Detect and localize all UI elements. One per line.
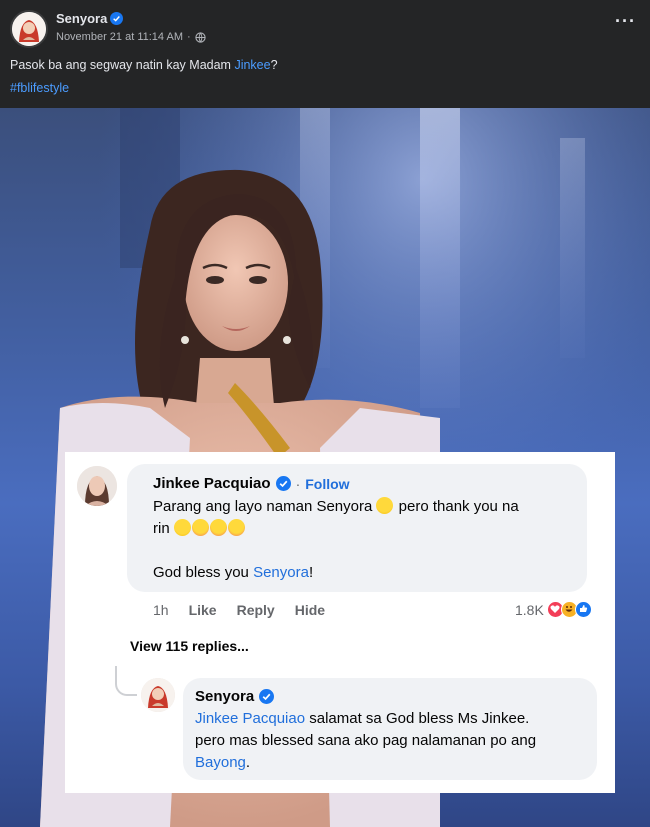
caption-mention[interactable]: Jinkee — [234, 58, 270, 72]
comment-time[interactable]: 1h — [153, 602, 169, 618]
like-button[interactable]: Like — [189, 602, 217, 618]
reaction-summary[interactable]: 1.8K — [515, 601, 592, 618]
comment-line3: God bless you — [153, 564, 254, 581]
post-meta: November 21 at 11:14 AM · — [56, 31, 206, 43]
caption-suffix: ? — [270, 58, 278, 72]
reply-author[interactable]: Senyora — [195, 688, 254, 705]
comment-line1-suffix: pero thank you na — [394, 498, 519, 515]
follow-button[interactable]: Follow — [305, 476, 349, 492]
view-replies-link[interactable]: View 115 replies... — [130, 638, 249, 654]
smiling-hearts-emoji — [227, 519, 245, 536]
post-header: Senyora November 21 at 11:14 AM · ··· Pa… — [0, 0, 650, 108]
reply-thread-line — [115, 666, 137, 696]
reply-line1: salamat sa God bless Ms Jinkee. — [305, 710, 530, 727]
smiling-hearts-emoji — [209, 519, 227, 536]
globe-icon — [195, 31, 206, 43]
comment-bubble: Jinkee Pacquiao · Follow Parang ang layo… — [127, 464, 587, 592]
blush-emoji — [173, 519, 191, 536]
reply-mention[interactable]: Jinkee Pacquiao — [195, 710, 305, 727]
comment-mention[interactable]: Senyora — [253, 564, 309, 581]
hide-button[interactable]: Hide — [295, 602, 325, 618]
post-timestamp[interactable]: November 21 at 11:14 AM — [56, 31, 183, 43]
comment-line1: Parang ang layo naman Senyora — [153, 498, 377, 515]
comment-screenshot: Jinkee Pacquiao · Follow Parang ang layo… — [65, 452, 615, 793]
reply-avatar[interactable] — [141, 678, 175, 712]
comment-actions: 1h Like Reply Hide — [153, 602, 345, 618]
smiling-hearts-emoji — [191, 519, 209, 536]
reply-line3-suffix: . — [245, 754, 251, 771]
reply-line2: pero mas blessed sana ako pag nalamanan … — [195, 732, 537, 749]
meta-separator: · — [186, 31, 191, 43]
follow-separator: · — [295, 475, 301, 492]
commenter-avatar[interactable] — [77, 466, 117, 506]
comment-line3-suffix: ! — [308, 564, 314, 581]
hug-emoji — [376, 497, 394, 514]
author-avatar[interactable] — [10, 10, 48, 48]
caption-text: Pasok ba ang segway natin kay Madam — [10, 58, 235, 72]
reply-button[interactable]: Reply — [237, 602, 275, 618]
post-caption: Pasok ba ang segway natin kay Madam Jink… — [10, 58, 278, 72]
verified-icon — [275, 476, 291, 491]
reply-bubble: Senyora Jinkee Pacquiao salamat sa God b… — [183, 678, 597, 780]
reply-text: Jinkee Pacquiao salamat sa God bless Ms … — [195, 708, 595, 774]
reaction-count: 1.8K — [515, 601, 544, 618]
comment-text: Parang ang layo naman Senyora pero thank… — [153, 496, 583, 584]
more-icon[interactable]: ··· — [615, 12, 636, 30]
post-photo[interactable]: Jinkee Pacquiao · Follow Parang ang layo… — [0, 108, 650, 827]
author-name[interactable]: Senyora — [56, 11, 107, 26]
comment-line2: rin — [153, 520, 174, 537]
like-react-icon — [574, 601, 592, 618]
post-hashtag[interactable]: #fblifestyle — [10, 81, 69, 95]
commenter-name[interactable]: Jinkee Pacquiao — [153, 475, 271, 492]
verified-icon — [259, 689, 275, 704]
reply-mention-bayong[interactable]: Bayong — [195, 754, 246, 771]
verified-icon — [110, 12, 123, 25]
